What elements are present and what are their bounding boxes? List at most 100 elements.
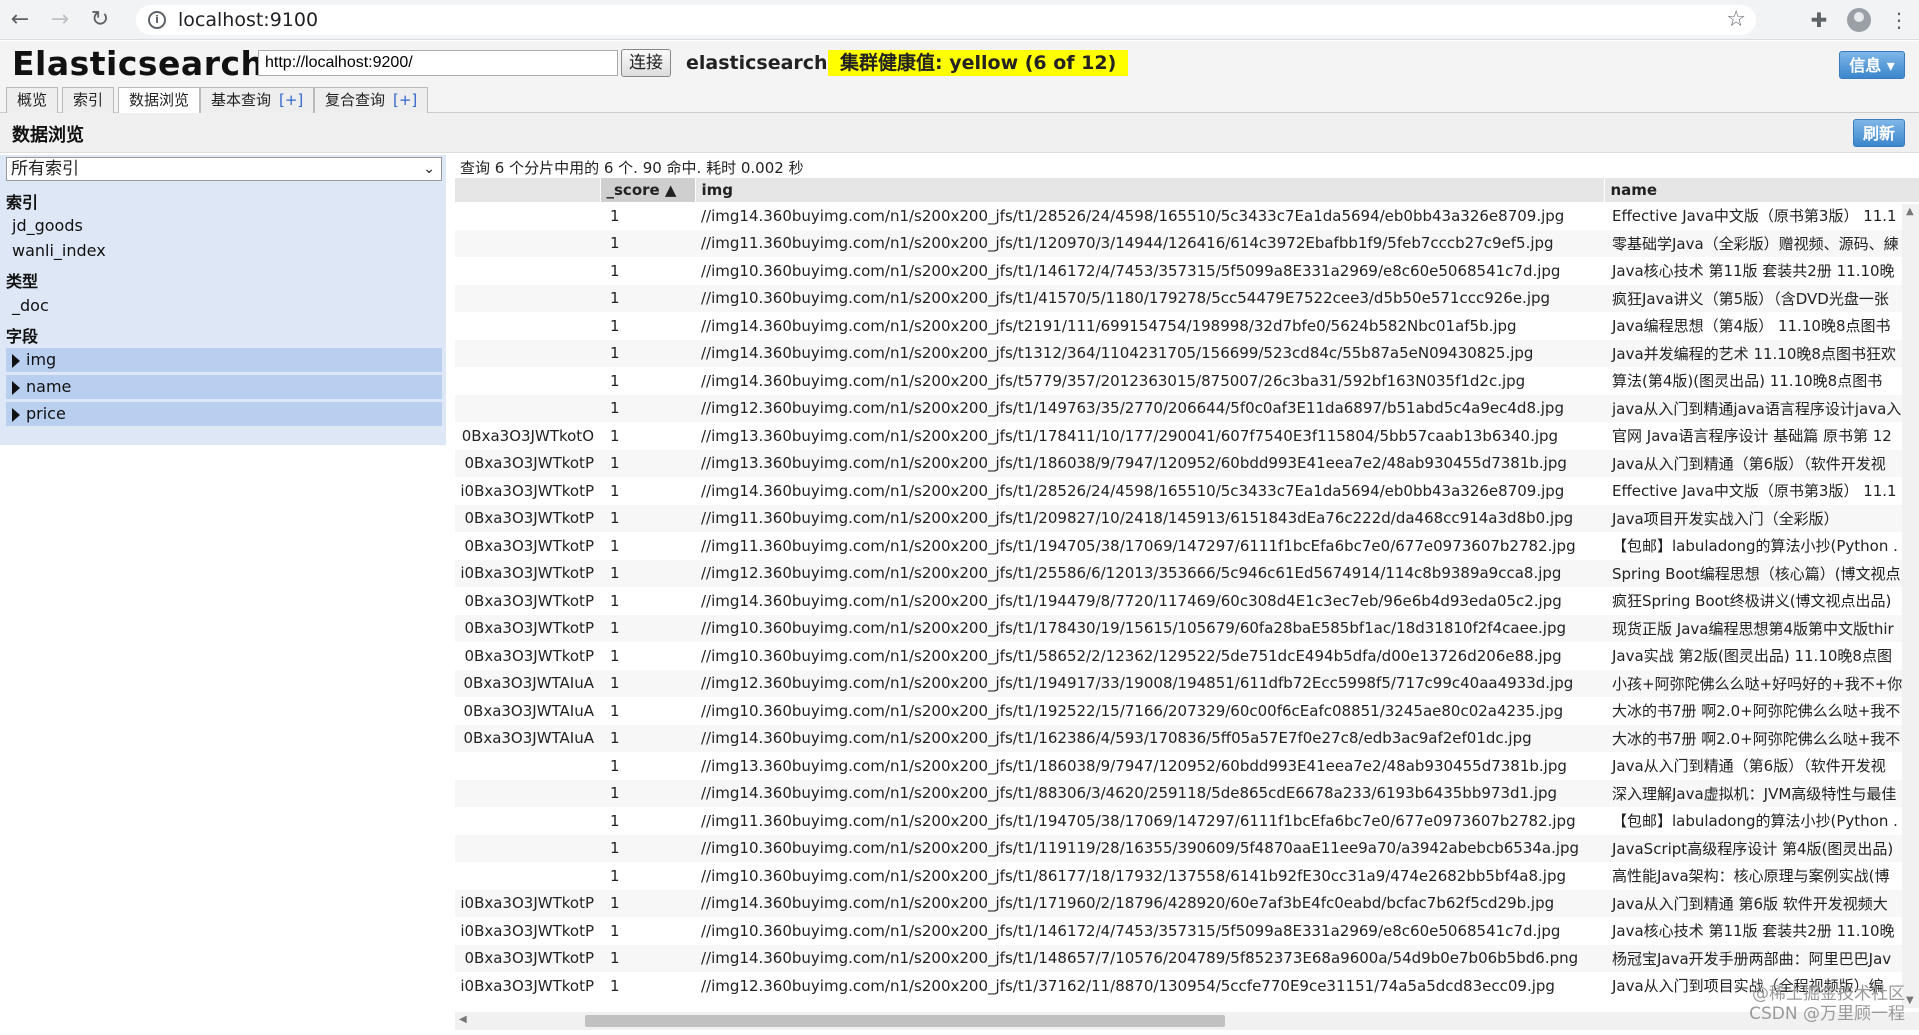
table-row[interactable]: i0Bxa3O3JWTkotP 1//img12.360buyimg.com/n1… [455,559,1919,587]
table-row[interactable]: 1//img14.360buyimg.com/n1/s200x200_jfs/t… [455,367,1919,395]
cell-img[interactable]: //img10.360buyimg.com/n1/s200x200_jfs/t1… [695,257,1604,285]
cell-id[interactable]: 0Bxa3O3JWTkotP [455,642,600,670]
tab-basic-query-plus[interactable]: [+] [279,91,303,109]
cell-score[interactable]: 1 [600,724,695,752]
cell-score[interactable]: 1 [600,559,695,587]
cell-id[interactable]: i0Bxa3O3JWTkotP [455,477,600,505]
column-header-img[interactable]: img [695,178,1605,202]
cell-img[interactable]: //img14.360buyimg.com/n1/s200x200_jfs/t1… [695,587,1604,615]
cell-name[interactable]: Spring Boot编程思想（核心篇）(博文视点 [1604,559,1919,587]
tab-browser[interactable]: 数据浏览 [118,87,201,114]
cell-score[interactable]: 1 [600,367,695,395]
cell-id[interactable] [455,862,600,890]
index-item-wanli-index[interactable]: wanli_index [12,241,106,260]
cell-name[interactable]: 现货正版 Java编程思想第4版第中文版thir [1604,614,1919,642]
table-row[interactable]: i0Bxa3O3JWTkotP 1//img14.360buyimg.com/n1… [455,477,1919,505]
cell-img[interactable]: //img14.360buyimg.com/n1/s200x200_jfs/t1… [695,202,1604,230]
cell-img[interactable]: //img13.360buyimg.com/n1/s200x200_jfs/t1… [695,449,1604,477]
cell-id[interactable]: 0Bxa3O3JWTkotP [455,614,600,642]
table-row[interactable]: 0Bxa3O3JWTkotP 1//img11.360buyimg.com/n1/… [455,532,1919,560]
cell-name[interactable]: 【包邮】labuladong的算法小抄(Python . [1604,532,1919,560]
cell-id[interactable] [455,367,600,395]
field-item-img[interactable]: img [6,348,442,372]
cell-img[interactable]: //img12.360buyimg.com/n1/s200x200_jfs/t1… [695,972,1604,1000]
reload-icon[interactable]: ↻ [80,0,120,40]
cell-img[interactable]: //img14.360buyimg.com/n1/s200x200_jfs/t1… [695,944,1604,972]
cell-img[interactable]: //img12.360buyimg.com/n1/s200x200_jfs/t1… [695,669,1604,697]
es-url-input[interactable] [258,50,618,76]
table-row[interactable]: 0Bxa3O3JWTAIuA 1//img14.360buyimg.com/n1/… [455,724,1919,752]
cell-img[interactable]: //img14.360buyimg.com/n1/s200x200_jfs/t5… [695,367,1604,395]
index-select[interactable]: 所有索引 ⌄ [6,157,442,181]
cell-name[interactable]: java从入门到精通java语言程序设计java入 [1604,394,1919,422]
cell-score[interactable]: 1 [600,917,695,945]
cell-id[interactable]: 0Bxa3O3JWTkotP [455,944,600,972]
back-icon[interactable]: ← [0,0,40,40]
site-info-icon[interactable]: i [148,11,166,29]
cell-img[interactable]: //img10.360buyimg.com/n1/s200x200_jfs/t1… [695,284,1604,312]
table-row[interactable]: 0Bxa3O3JWTkotP 1//img13.360buyimg.com/n1/… [455,449,1919,477]
cell-name[interactable]: 疯狂Spring Boot终极讲义(博文视点出品) [1604,587,1919,615]
cell-score[interactable]: 1 [600,422,695,450]
cell-name[interactable]: 官网 Java语言程序设计 基础篇 原书第 12 [1604,422,1919,450]
table-row[interactable]: 0Bxa3O3JWTkotP 1//img14.360buyimg.com/n1/… [455,944,1919,972]
cell-img[interactable]: //img11.360buyimg.com/n1/s200x200_jfs/t1… [695,504,1604,532]
menu-kebab-icon[interactable]: ⋮ [1879,8,1919,32]
table-row[interactable]: i0Bxa3O3JWTkotP 1//img14.360buyimg.com/n1… [455,889,1919,917]
cell-img[interactable]: //img13.360buyimg.com/n1/s200x200_jfs/t1… [695,752,1604,780]
cell-img[interactable]: //img10.360buyimg.com/n1/s200x200_jfs/t1… [695,862,1604,890]
cell-id[interactable]: 0Bxa3O3JWTkotO [455,422,600,450]
cell-name[interactable]: 算法(第4版)(图灵出品) 11.10晚8点图书 [1604,367,1919,395]
cell-score[interactable]: 1 [600,779,695,807]
cell-name[interactable]: 小孩+阿弥陀佛么么哒+好吗好的+我不+你 [1604,669,1919,697]
table-row[interactable]: 1//img11.360buyimg.com/n1/s200x200_jfs/t… [455,807,1919,835]
cell-name[interactable]: Effective Java中文版（原书第3版） 11.1 [1604,477,1919,505]
table-row[interactable]: 0Bxa3O3JWTAIuA 1//img12.360buyimg.com/n1/… [455,669,1919,697]
table-row[interactable]: 1//img14.360buyimg.com/n1/s200x200_jfs/t… [455,339,1919,367]
cell-id[interactable]: i0Bxa3O3JWTkotP [455,559,600,587]
column-header-score[interactable]: _score ▲ [600,178,696,202]
cell-img[interactable]: //img10.360buyimg.com/n1/s200x200_jfs/t1… [695,834,1604,862]
cell-id[interactable] [455,339,600,367]
cell-name[interactable]: 杨冠宝Java开发手册两部曲：阿里巴巴Jav [1604,944,1919,972]
cell-id[interactable]: 0Bxa3O3JWTkotP [455,449,600,477]
cell-id[interactable]: i0Bxa3O3JWTkotP [455,972,600,1000]
cell-img[interactable]: //img10.360buyimg.com/n1/s200x200_jfs/t1… [695,917,1604,945]
cell-img[interactable]: //img11.360buyimg.com/n1/s200x200_jfs/t1… [695,807,1604,835]
table-row[interactable]: 1//img14.360buyimg.com/n1/s200x200_jfs/t… [455,202,1919,230]
cell-score[interactable]: 1 [600,257,695,285]
tab-complex-query[interactable]: 复合查询 [+] [314,87,429,113]
table-row[interactable]: 1//img10.360buyimg.com/n1/s200x200_jfs/t… [455,284,1919,312]
table-row[interactable]: 1//img14.360buyimg.com/n1/s200x200_jfs/t… [455,312,1919,340]
tab-overview[interactable]: 概览 [6,87,59,113]
cell-name[interactable]: Java实战 第2版(图灵出品) 11.10晚8点图 [1604,642,1919,670]
cell-id[interactable]: 0Bxa3O3JWTkotP [455,532,600,560]
tab-complex-query-plus[interactable]: [+] [393,91,417,109]
info-menu-button[interactable]: 信息 ▾ [1839,51,1905,79]
table-row[interactable]: 1//img14.360buyimg.com/n1/s200x200_jfs/t… [455,779,1919,807]
scroll-down-arrow-icon[interactable]: ▼ [1906,995,1914,1006]
cell-id[interactable] [455,229,600,257]
cell-name[interactable]: Java从入门到精通 第6版 软件开发视频大 [1604,889,1919,917]
bookmark-star-icon[interactable]: ☆ [1726,7,1746,32]
field-item-name[interactable]: name [6,375,442,399]
cell-id[interactable]: 0Bxa3O3JWTAIuA [455,697,600,725]
cell-score[interactable]: 1 [600,669,695,697]
cell-img[interactable]: //img12.360buyimg.com/n1/s200x200_jfs/t1… [695,394,1604,422]
cell-img[interactable]: //img14.360buyimg.com/n1/s200x200_jfs/t2… [695,312,1604,340]
column-header-name[interactable]: name [1604,178,1919,202]
cell-score[interactable]: 1 [600,642,695,670]
cell-score[interactable]: 1 [600,284,695,312]
cell-name[interactable]: Java从入门到精通（第6版）（软件开发视 [1604,449,1919,477]
scroll-left-arrow-icon[interactable]: ◀ [459,1014,467,1025]
cell-img[interactable]: //img14.360buyimg.com/n1/s200x200_jfs/t1… [695,889,1604,917]
horizontal-scrollbar[interactable]: ◀ [455,1012,1919,1030]
cell-img[interactable]: //img14.360buyimg.com/n1/s200x200_jfs/t1… [695,724,1604,752]
cell-score[interactable]: 1 [600,697,695,725]
cell-score[interactable]: 1 [600,587,695,615]
cell-img[interactable]: //img12.360buyimg.com/n1/s200x200_jfs/t1… [695,559,1604,587]
table-row[interactable]: 1//img12.360buyimg.com/n1/s200x200_jfs/t… [455,394,1919,422]
cell-score[interactable]: 1 [600,339,695,367]
table-row[interactable]: i0Bxa3O3JWTkotP 1//img12.360buyimg.com/n1… [455,972,1919,1000]
cell-img[interactable]: //img14.360buyimg.com/n1/s200x200_jfs/t1… [695,779,1604,807]
